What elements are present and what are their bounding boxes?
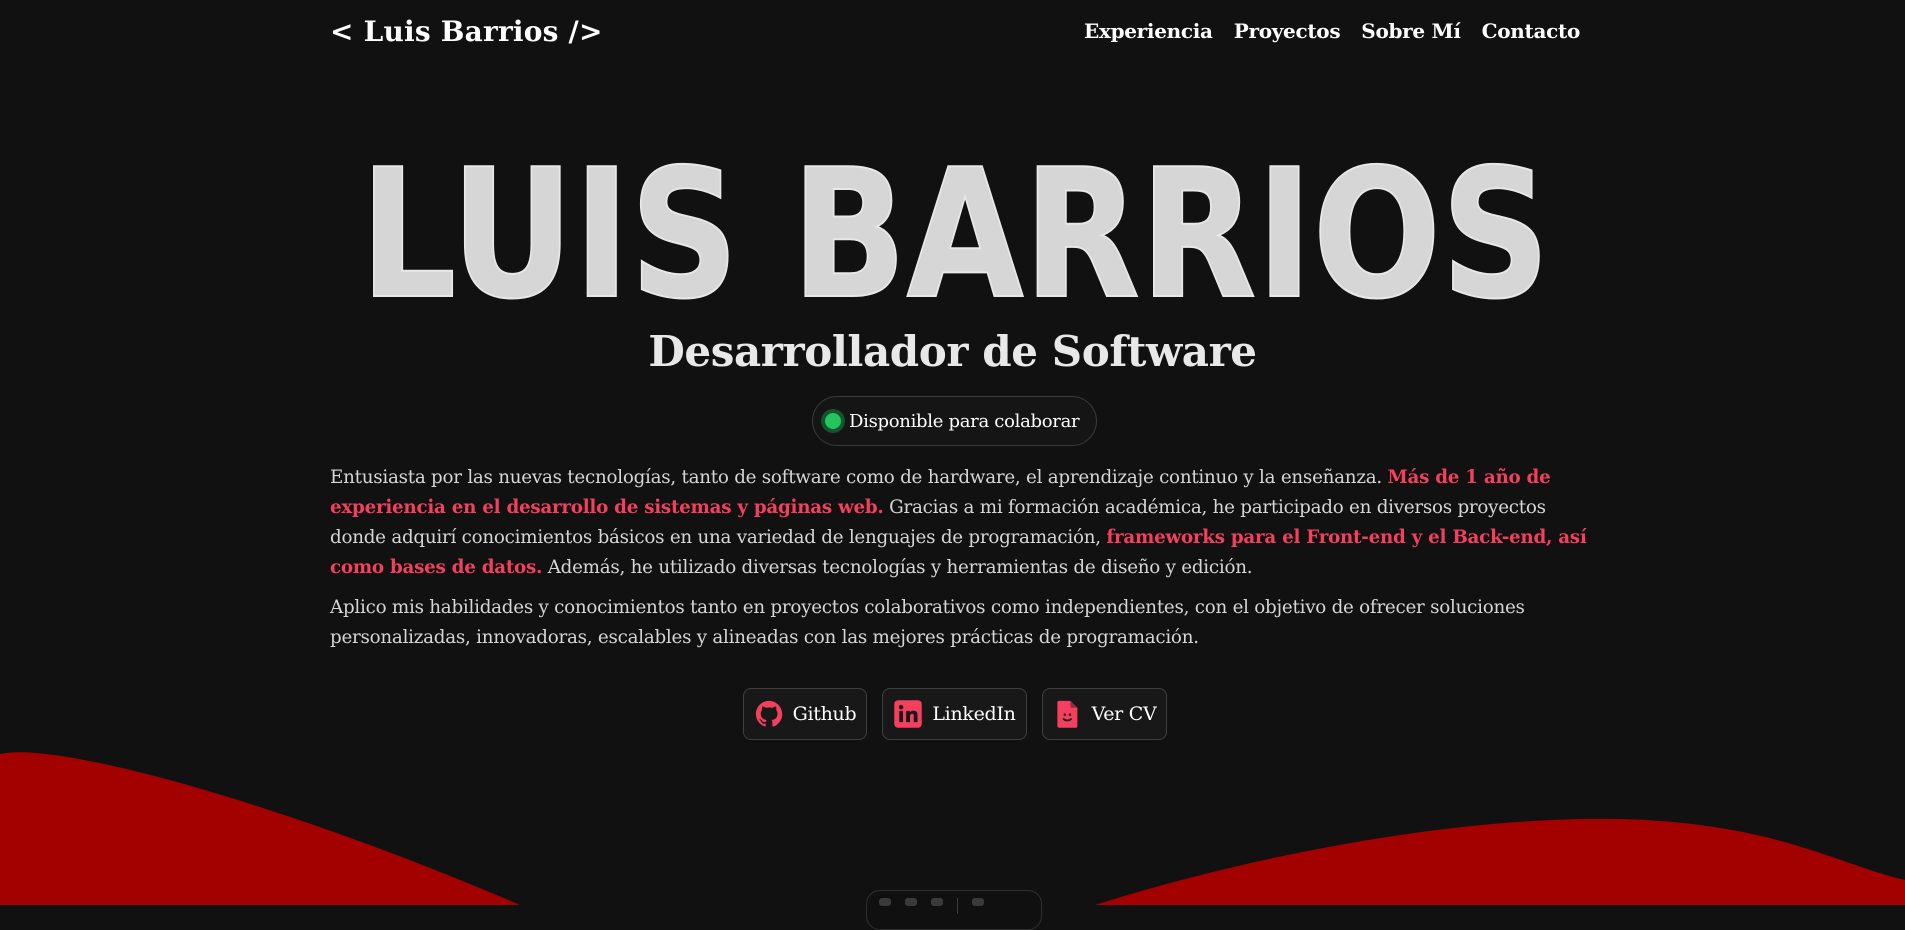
linkedin-button[interactable]: LinkedIn — [882, 688, 1027, 740]
about-paragraph-2: Aplico mis habilidades y conocimientos t… — [330, 597, 1525, 648]
site-logo[interactable]: < Luis Barrios /> — [330, 15, 603, 48]
about-paragraph-1: Entusiasta por las nuevas tecnologías, t… — [330, 463, 1595, 583]
nav-experiencia[interactable]: Experiencia — [1084, 19, 1213, 43]
ver-cv-label: Ver CV — [1091, 703, 1157, 725]
availability-text: Disponible para colaborar — [849, 410, 1080, 432]
availability-badge: Disponible para colaborar — [812, 396, 1097, 446]
nav-contacto[interactable]: Contacto — [1482, 19, 1581, 43]
bottom-toolbar[interactable] — [866, 890, 1042, 930]
status-dot-icon — [825, 413, 841, 429]
github-label: Github — [792, 703, 857, 725]
hero-subtitle: Desarrollador de Software — [648, 327, 1257, 376]
github-button[interactable]: Github — [742, 688, 868, 740]
github-icon — [754, 699, 784, 729]
social-links: Github LinkedIn Ver CV — [0, 688, 1905, 740]
nav-sobre-mi[interactable]: Sobre Mí — [1361, 19, 1461, 43]
decorative-wave — [0, 752, 1905, 905]
linkedin-label: LinkedIn — [932, 703, 1016, 725]
toolbar-divider — [957, 898, 958, 914]
cv-file-icon — [1053, 699, 1083, 729]
linkedin-icon — [893, 699, 923, 729]
about-text: Además, he utilizado diversas tecnología… — [542, 557, 1253, 578]
nav-proyectos[interactable]: Proyectos — [1234, 19, 1341, 43]
ver-cv-button[interactable]: Ver CV — [1041, 688, 1168, 740]
main-nav: Experiencia Proyectos Sobre Mí Contacto — [1084, 19, 1580, 43]
hero-name: LUIS BARRIOS — [359, 146, 1551, 316]
hero-name-text: LUIS BARRIOS — [360, 146, 1550, 316]
about-text: Entusiasta por las nuevas tecnologías, t… — [330, 467, 1388, 488]
site-header: < Luis Barrios /> Experiencia Proyectos … — [330, 10, 1580, 52]
